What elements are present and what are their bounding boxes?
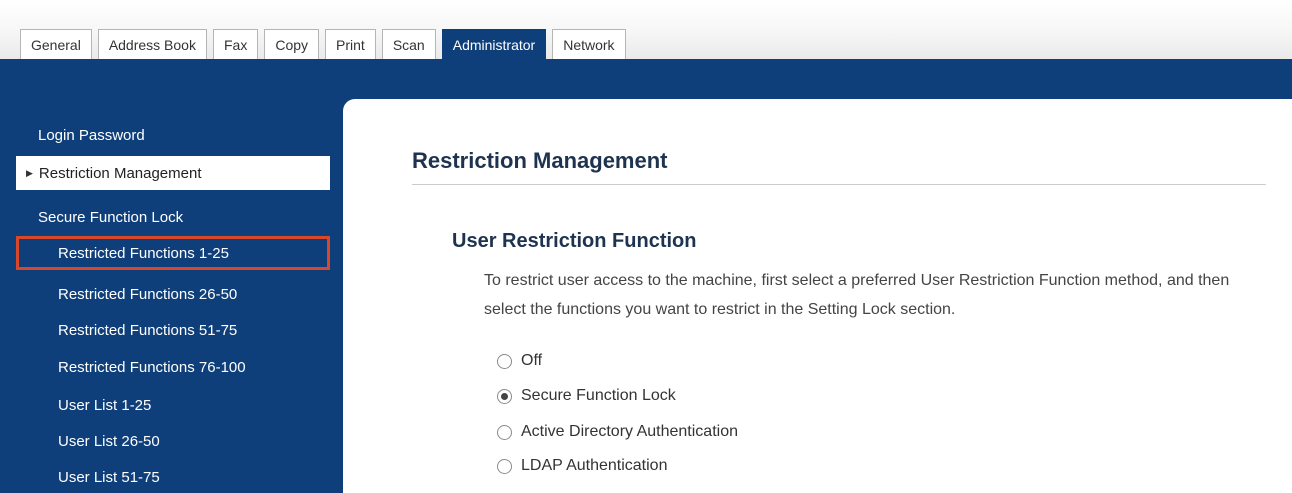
sidebar-item-user-list-26-50[interactable]: User List 26-50 [16, 424, 330, 458]
radio-button[interactable] [497, 458, 512, 474]
sidebar-item-restricted-functions-76-100[interactable]: Restricted Functions 76-100 [16, 350, 330, 384]
sidebar-item-label: Login Password [38, 126, 145, 144]
page-title: Restriction Management [412, 148, 668, 173]
top-tab-bar: General Address Book Fax Copy Print Scan… [0, 0, 1292, 59]
radio-button[interactable] [497, 353, 512, 369]
section-title: User Restriction Function [452, 230, 697, 252]
sidebar-item-label: Restricted Functions 1-25 [58, 244, 229, 262]
tab-general[interactable]: General [20, 29, 92, 59]
sidebar-item-label: User List 26-50 [58, 432, 160, 450]
tab-scan[interactable]: Scan [381, 29, 436, 59]
sidebar-item-restricted-functions-1-25[interactable]: Restricted Functions 1-25 [16, 236, 330, 270]
radio-label: Active Directory Authentication [521, 423, 738, 440]
radio-label: Secure Function Lock [521, 387, 676, 404]
sidebar-item-label: Restricted Functions 26-50 [58, 285, 238, 303]
arrow-right-icon: ▶ [26, 167, 33, 178]
tab-fax[interactable]: Fax [212, 29, 259, 59]
radio-option-off[interactable]: Off [497, 350, 542, 372]
sidebar-item-secure-function-lock[interactable]: Secure Function Lock [16, 200, 330, 234]
sidebar-item-label: Secure Function Lock [38, 208, 184, 226]
sidebar-item-user-list-51-75[interactable]: User List 51-75 [16, 460, 330, 493]
sidebar-item-label: Restricted Functions 51-75 [58, 321, 238, 339]
radio-option-ldap[interactable]: LDAP Authentication [497, 455, 667, 477]
sidebar-item-label: Restriction Management [38, 164, 202, 182]
radio-option-secure-function-lock[interactable]: Secure Function Lock [497, 385, 676, 407]
radio-label: LDAP Authentication [521, 457, 668, 474]
radio-button[interactable] [497, 388, 512, 404]
tab-network[interactable]: Network [552, 29, 626, 59]
tab-print[interactable]: Print [325, 29, 376, 59]
sidebar-item-label: Restricted Functions 76-100 [58, 358, 246, 376]
radio-button[interactable] [497, 424, 512, 440]
tab-list: General Address Book Fax Copy Print Scan… [20, 29, 626, 59]
sidebar-item-user-list-1-25[interactable]: User List 1-25 [16, 388, 330, 422]
radio-label: Off [521, 352, 543, 369]
sidebar-item-restricted-functions-26-50[interactable]: Restricted Functions 26-50 [16, 277, 330, 311]
sidebar-item-restriction-management[interactable]: ▶ Restriction Management [16, 156, 330, 190]
sidebar-item-label: User List 1-25 [58, 396, 152, 414]
sidebar-item-restricted-functions-51-75[interactable]: Restricted Functions 51-75 [16, 313, 330, 347]
title-divider [412, 184, 1266, 185]
sidebar-item-login-password[interactable]: Login Password [16, 118, 330, 152]
radio-option-active-directory[interactable]: Active Directory Authentication [497, 421, 738, 443]
section-description: To restrict user access to the machine, … [484, 272, 1230, 318]
tab-copy[interactable]: Copy [264, 29, 320, 59]
tab-address-book[interactable]: Address Book [97, 29, 207, 59]
sidebar-item-label: User List 51-75 [58, 468, 160, 486]
tab-administrator[interactable]: Administrator [441, 29, 547, 59]
